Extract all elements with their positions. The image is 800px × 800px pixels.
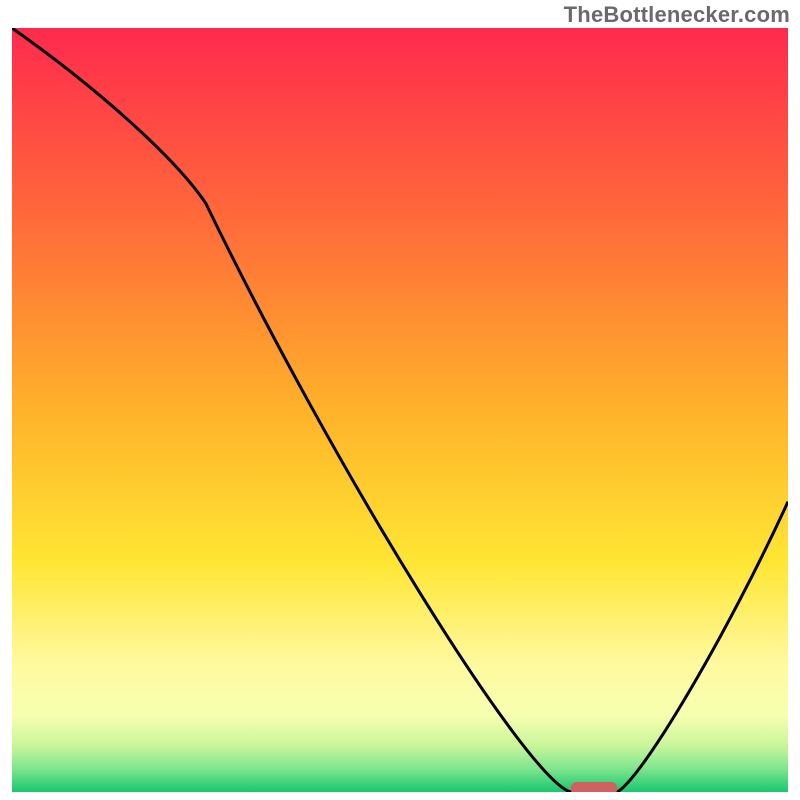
plot-svg [12, 28, 788, 792]
watermark-text: TheBottleneсker.com [564, 2, 790, 28]
gradient-background [12, 28, 788, 792]
optimal-marker [571, 782, 618, 792]
bottleneck-chart: TheBottleneсker.com [0, 0, 800, 800]
plot-area [12, 28, 788, 792]
